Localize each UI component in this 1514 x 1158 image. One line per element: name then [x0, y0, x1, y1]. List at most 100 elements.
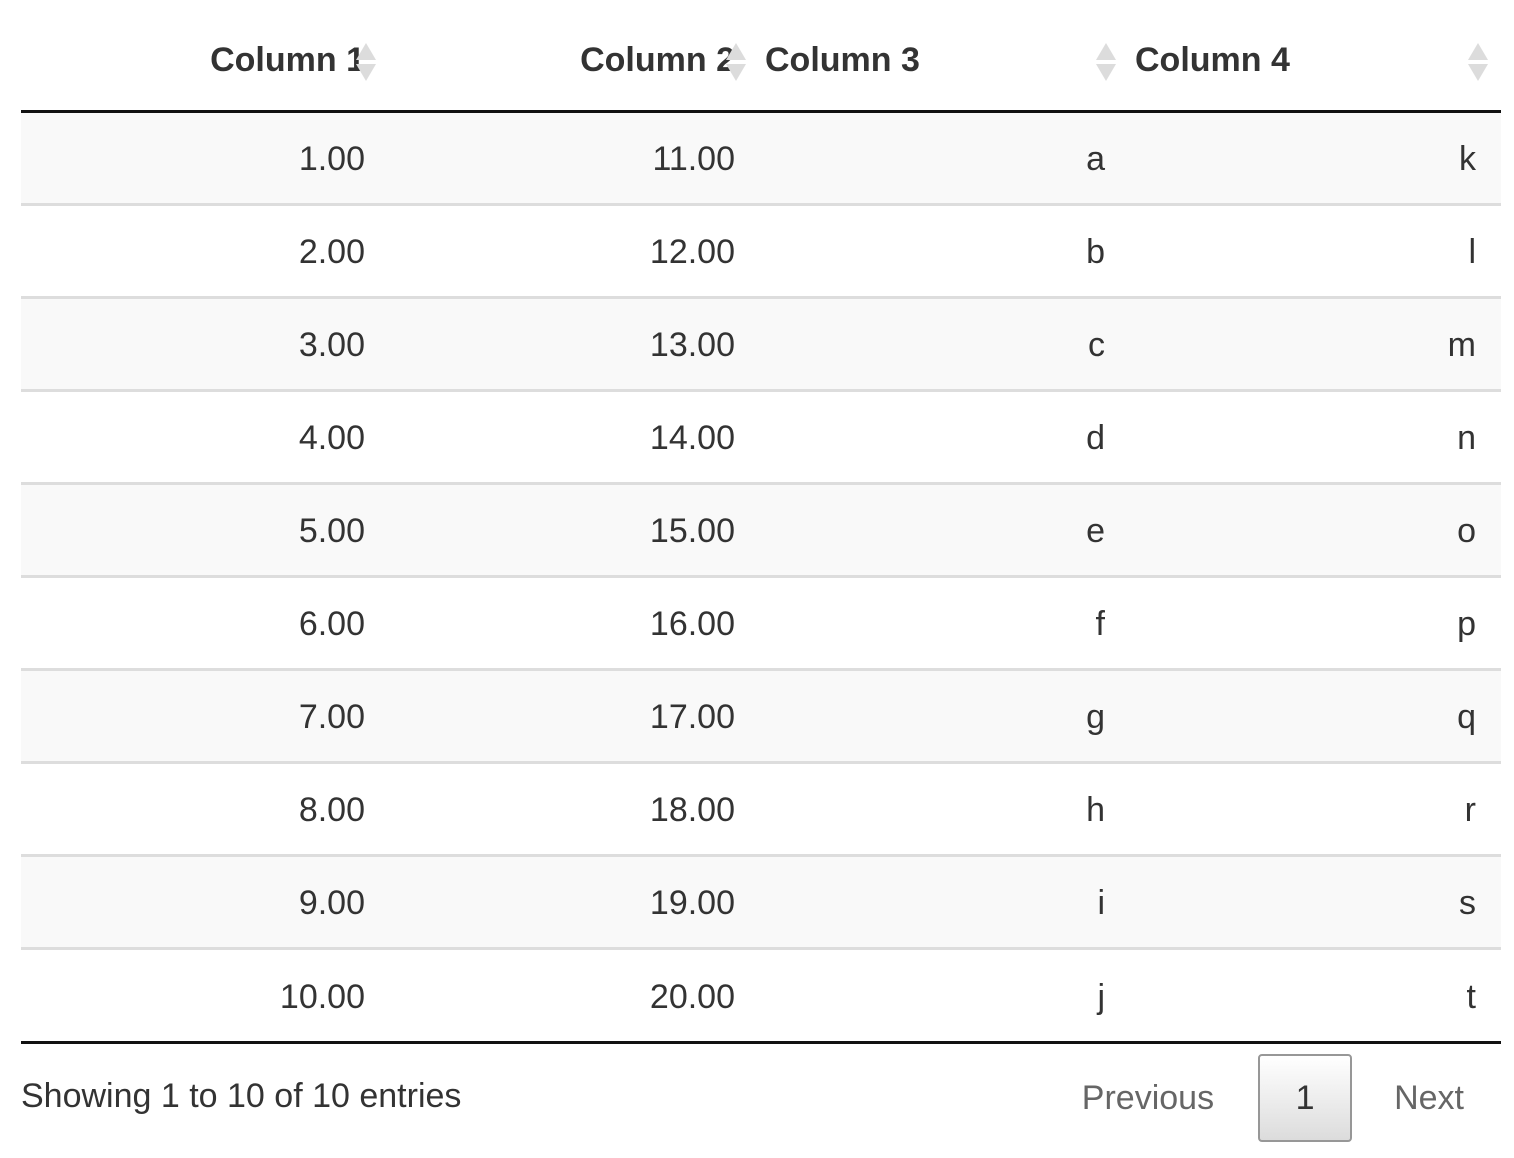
header-row: Column 1 Column 2 Column 3 Column 4 — [21, 0, 1501, 113]
table-cell-col3: c — [765, 295, 1135, 390]
cell-value: 6.00 — [298, 605, 365, 643]
cell-value: q — [1457, 698, 1476, 736]
cell-value: c — [1088, 326, 1105, 364]
datatable-wrapper: Column 1 Column 2 Column 3 Column 4 1.00… — [21, 0, 1501, 1156]
cell-value: 17.00 — [649, 698, 735, 736]
table-row: 4.00 14.00 d n — [21, 388, 1501, 483]
table-cell-col1: 8.00 — [21, 760, 395, 855]
table-cell-col2: 13.00 — [395, 295, 765, 390]
cell-value: l — [1468, 233, 1476, 271]
previous-button[interactable]: Previous — [1044, 1054, 1252, 1142]
table-cell-col3: d — [765, 388, 1135, 483]
table-cell-col4: p — [1135, 574, 1501, 669]
sort-both-icon[interactable] — [1467, 43, 1489, 83]
table-cell-col2: 12.00 — [395, 202, 765, 297]
column-header-1[interactable]: Column 1 — [21, 0, 395, 113]
table-row: 7.00 17.00 g q — [21, 667, 1501, 762]
table-cell-col2: 18.00 — [395, 760, 765, 855]
table-row: 9.00 19.00 i s — [21, 853, 1501, 948]
table-cell-col3: f — [765, 574, 1135, 669]
table-cell-col1: 4.00 — [21, 388, 395, 483]
cell-value: g — [1086, 698, 1105, 736]
cell-value: 9.00 — [298, 884, 365, 922]
table-cell-col4: r — [1135, 760, 1501, 855]
table-cell-col2: 16.00 — [395, 574, 765, 669]
cell-value: s — [1459, 884, 1476, 922]
table-cell-col1: 7.00 — [21, 667, 395, 762]
table-cell-col4: n — [1135, 388, 1501, 483]
cell-value: t — [1466, 977, 1476, 1016]
sort-both-icon[interactable] — [355, 43, 377, 83]
column-header-4[interactable]: Column 4 — [1135, 0, 1501, 113]
table-cell-col3: i — [765, 853, 1135, 948]
cell-value: i — [1097, 884, 1105, 922]
cell-value: r — [1464, 791, 1476, 829]
cell-value: j — [1097, 977, 1105, 1016]
column-header-label: Column 3 — [765, 41, 920, 80]
cell-value: 10.00 — [279, 977, 365, 1016]
cell-value: 7.00 — [298, 698, 365, 736]
table-cell-col2: 14.00 — [395, 388, 765, 483]
cell-value: 18.00 — [649, 791, 735, 829]
cell-value: 12.00 — [649, 233, 735, 271]
cell-value: 16.00 — [649, 605, 735, 643]
column-header-label: Column 1 — [210, 41, 365, 80]
table-cell-col2: 17.00 — [395, 667, 765, 762]
table-row: 2.00 12.00 b l — [21, 202, 1501, 297]
table-cell-col2: 20.00 — [395, 946, 765, 1041]
cell-value: e — [1086, 512, 1105, 550]
page-button-current[interactable]: 1 — [1258, 1054, 1353, 1142]
cell-value: p — [1457, 605, 1476, 643]
cell-value: h — [1086, 791, 1105, 829]
table-cell-col4: t — [1135, 946, 1501, 1041]
column-header-label: Column 4 — [1135, 41, 1290, 80]
cell-value: k — [1459, 140, 1476, 178]
cell-value: 4.00 — [298, 419, 365, 457]
table-footer: Showing 1 to 10 of 10 entries Previous 1… — [21, 1044, 1501, 1156]
table-cell-col2: 19.00 — [395, 853, 765, 948]
table-row: 5.00 15.00 e o — [21, 481, 1501, 576]
table-cell-col1: 5.00 — [21, 481, 395, 576]
cell-value: 20.00 — [649, 977, 735, 1016]
table-cell-col3: b — [765, 202, 1135, 297]
cell-value: 2.00 — [298, 233, 365, 271]
cell-value: 5.00 — [298, 512, 365, 550]
cell-value: f — [1095, 605, 1105, 643]
table-cell-col1: 10.00 — [21, 946, 395, 1041]
pagination: Previous 1 Next — [1044, 1054, 1501, 1142]
cell-value: 15.00 — [649, 512, 735, 550]
table-cell-col4: l — [1135, 202, 1501, 297]
sort-both-icon[interactable] — [1095, 43, 1117, 83]
table-cell-col1: 1.00 — [21, 111, 395, 204]
table-cell-col3: j — [765, 946, 1135, 1041]
column-header-2[interactable]: Column 2 — [395, 0, 765, 113]
next-button[interactable]: Next — [1356, 1054, 1501, 1142]
cell-value: n — [1457, 419, 1476, 457]
cell-value: 19.00 — [649, 884, 735, 922]
table-cell-col2: 15.00 — [395, 481, 765, 576]
table-row: 10.00 20.00 j t — [21, 946, 1501, 1041]
cell-value: 14.00 — [649, 419, 735, 457]
cell-value: b — [1086, 233, 1105, 271]
table-body: 1.00 11.00 a k 2.00 12.00 b l 3.00 13.00 c m 4.00 14.… — [21, 111, 1501, 1041]
cell-value: 13.00 — [649, 326, 735, 364]
column-header-3[interactable]: Column 3 — [765, 0, 1135, 113]
cell-value: d — [1086, 419, 1105, 457]
cell-value: 1.00 — [298, 140, 365, 178]
table-cell-col3: a — [765, 111, 1135, 204]
cell-value: o — [1457, 512, 1476, 550]
table-cell-col1: 3.00 — [21, 295, 395, 390]
table-info: Showing 1 to 10 of 10 entries — [21, 1077, 462, 1115]
cell-value: m — [1447, 326, 1476, 364]
table-cell-col4: q — [1135, 667, 1501, 762]
table-cell-col4: m — [1135, 295, 1501, 390]
table-cell-col4: o — [1135, 481, 1501, 576]
table-cell-col1: 2.00 — [21, 202, 395, 297]
table-cell-col2: 11.00 — [395, 111, 765, 204]
data-table: Column 1 Column 2 Column 3 Column 4 1.00… — [21, 0, 1501, 1041]
table-row: 6.00 16.00 f p — [21, 574, 1501, 669]
table-cell-col3: e — [765, 481, 1135, 576]
table-cell-col4: s — [1135, 853, 1501, 948]
sort-both-icon[interactable] — [725, 43, 747, 83]
table-row: 1.00 11.00 a k — [21, 111, 1501, 204]
